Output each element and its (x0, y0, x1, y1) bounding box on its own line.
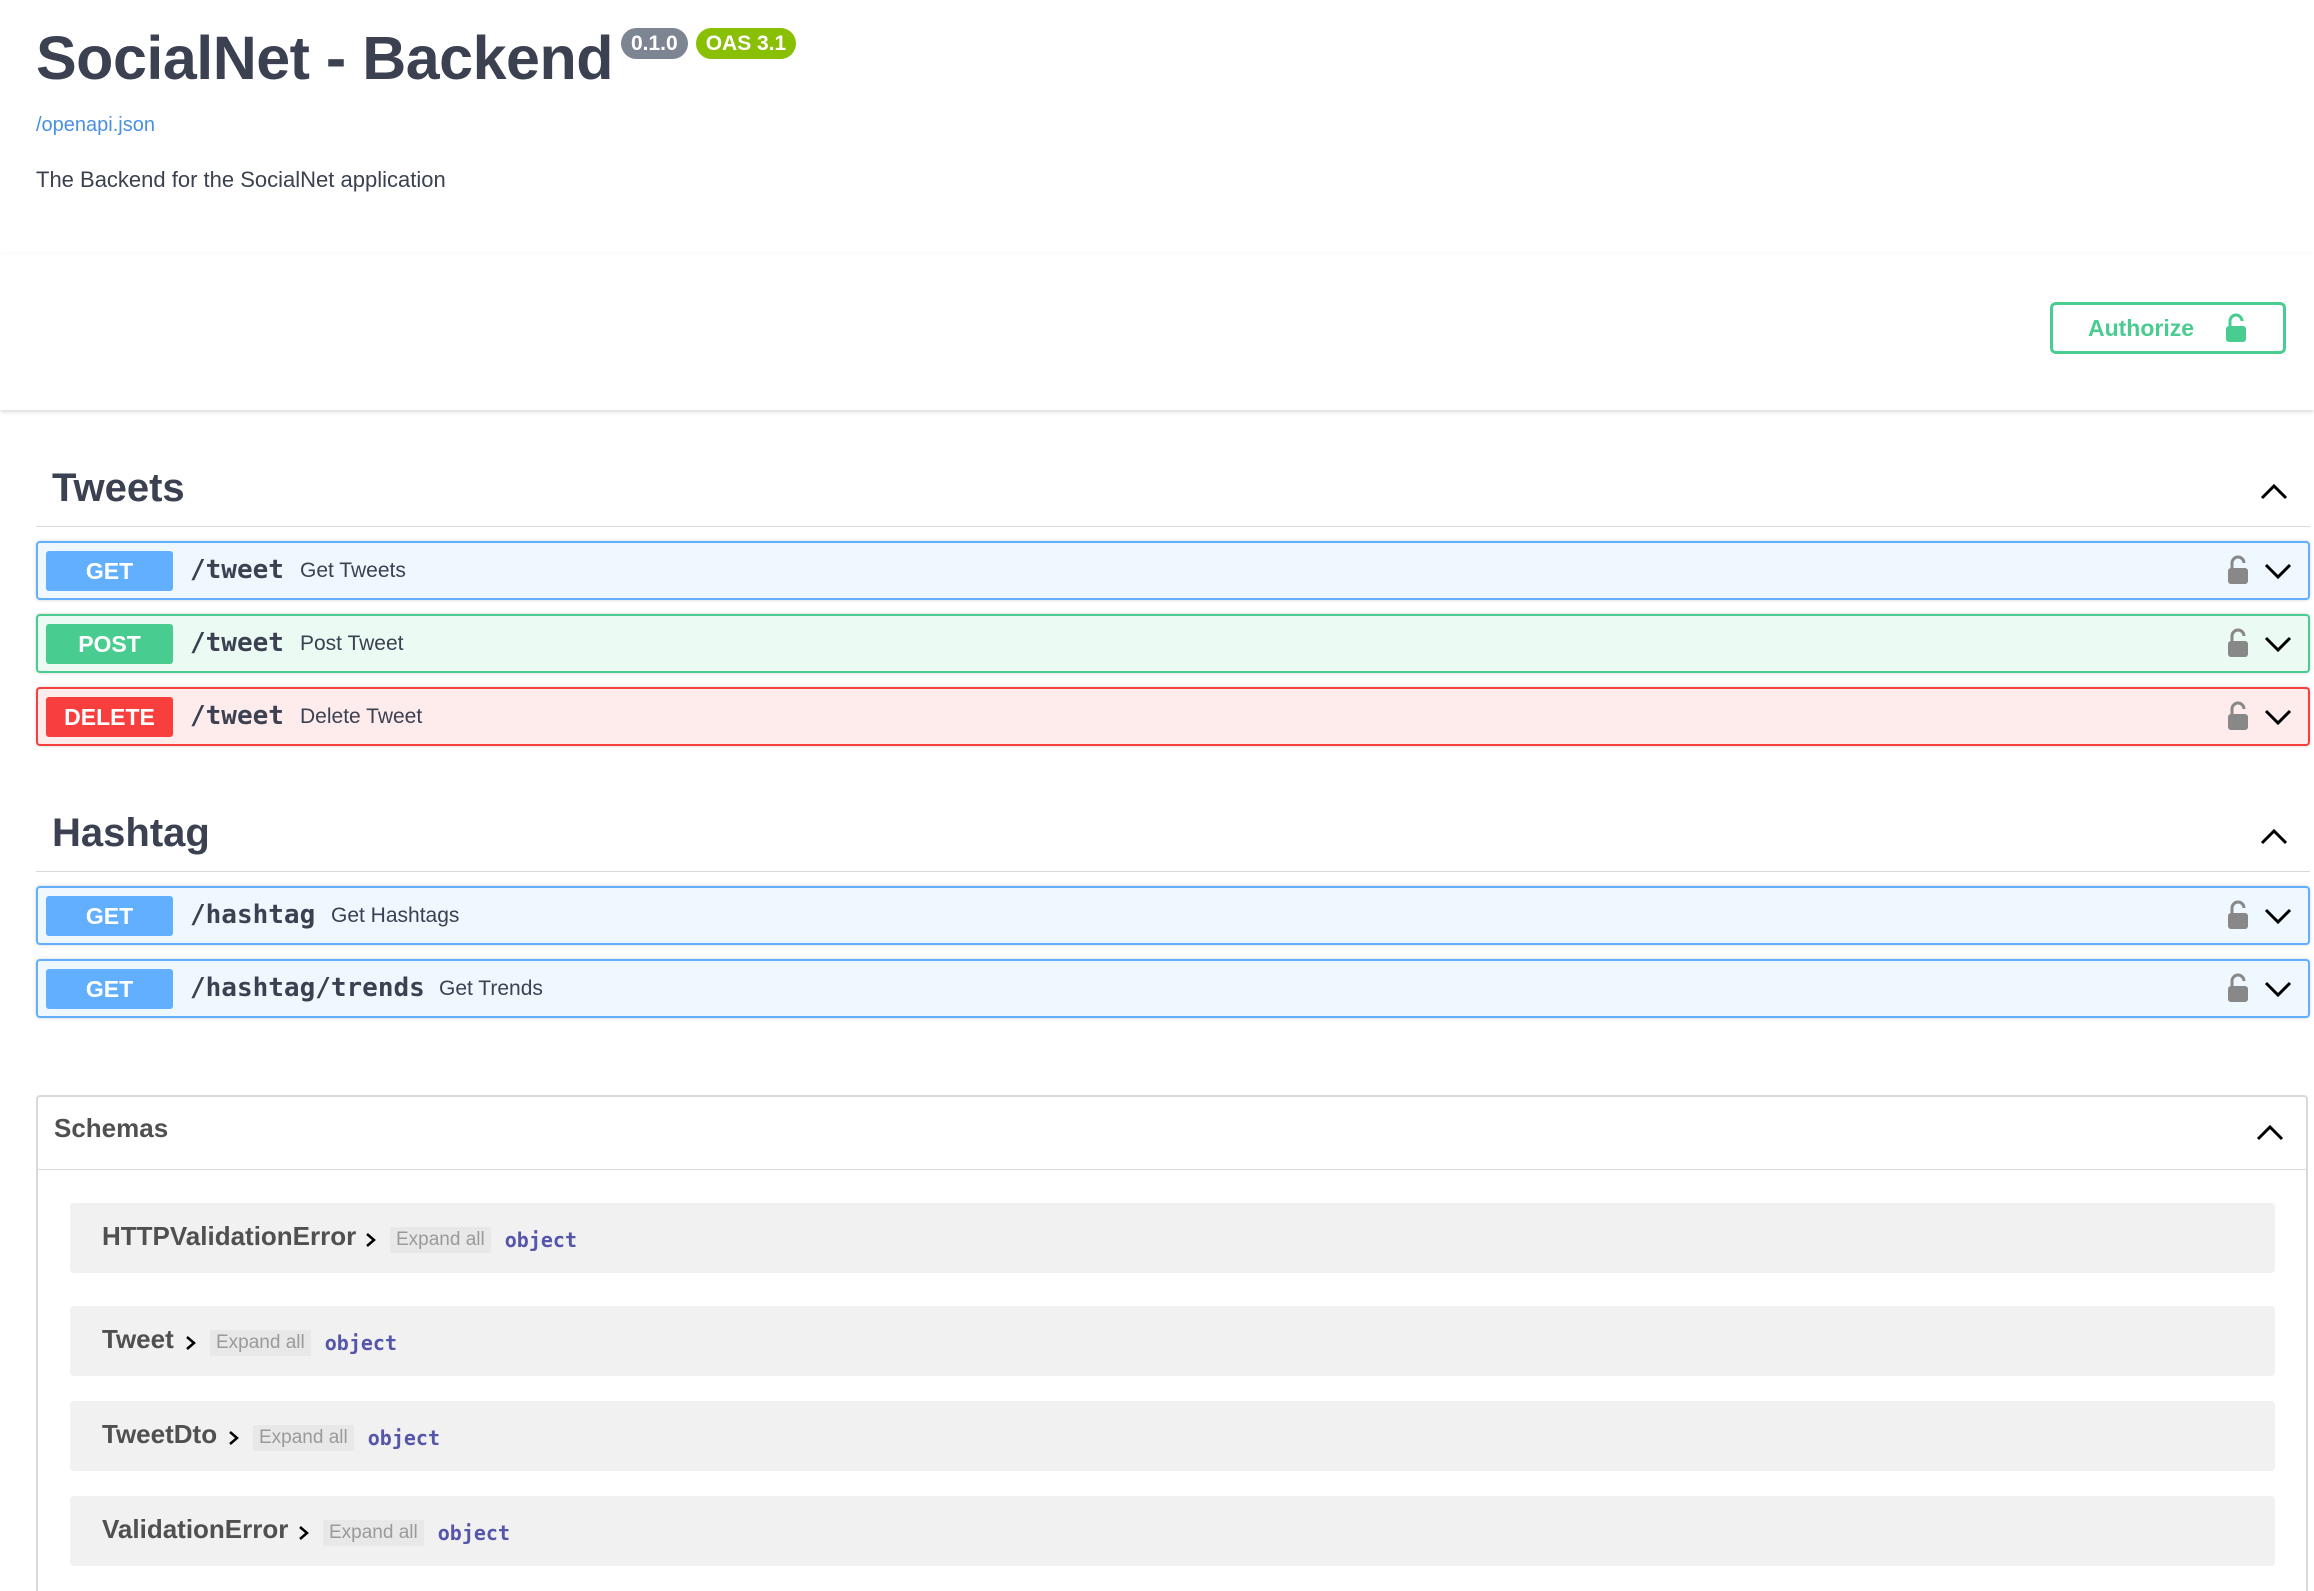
schema-row-tweet[interactable]: Tweet Expand all object (70, 1306, 2275, 1376)
authorize-button[interactable]: Authorize (2050, 302, 2286, 354)
chevron-right-icon[interactable] (295, 1524, 313, 1542)
chevron-right-icon[interactable] (225, 1429, 243, 1447)
method-badge: GET (46, 551, 173, 591)
openapi-json-link[interactable]: /openapi.json (36, 114, 796, 137)
chevron-right-icon[interactable] (182, 1334, 200, 1352)
schema-type: object (437, 1521, 510, 1545)
method-badge: GET (46, 896, 173, 936)
unlock-icon[interactable] (2226, 628, 2250, 658)
tag-title: Hashtag (52, 811, 210, 855)
tag-header-tweets[interactable]: Tweets (36, 454, 2310, 527)
unlock-icon[interactable] (2226, 973, 2250, 1003)
chevron-up-icon[interactable] (2252, 1115, 2288, 1151)
schema-name: TweetDto (102, 1419, 218, 1449)
operation-path: /tweet (190, 701, 284, 731)
schema-type: object (367, 1426, 440, 1450)
schema-name: HTTPValidationError (102, 1221, 357, 1251)
method-badge: DELETE (46, 697, 173, 737)
schema-row-tweetdto[interactable]: TweetDto Expand all object (70, 1401, 2275, 1471)
api-description: The Backend for the SocialNet applicatio… (36, 167, 446, 192)
chevron-down-icon[interactable] (2264, 557, 2292, 585)
operation-get-hashtag-trends[interactable]: GET /hashtag/trends Get Trends (36, 959, 2310, 1018)
unlock-icon[interactable] (2226, 900, 2250, 930)
unlock-icon[interactable] (2226, 701, 2250, 731)
method-badge: POST (46, 624, 173, 664)
chevron-up-icon[interactable] (2256, 474, 2292, 510)
api-title: SocialNet - Backend (36, 24, 613, 92)
tag-title: Tweets (52, 466, 185, 510)
schema-type: object (504, 1228, 577, 1252)
operation-path: /tweet (190, 628, 284, 658)
operation-summary: Post Tweet (300, 632, 404, 655)
expand-all-button[interactable]: Expand all (253, 1425, 354, 1451)
unlock-icon (2226, 313, 2247, 342)
chevron-down-icon[interactable] (2264, 975, 2292, 1003)
oas-badge: OAS 3.1 (695, 28, 797, 59)
schema-row-validationerror[interactable]: ValidationError Expand all object (70, 1496, 2275, 1566)
operation-path: /tweet (190, 555, 284, 585)
authorize-label: Authorize (2087, 314, 2195, 341)
version-badge: 0.1.0 (620, 28, 688, 59)
schemas-section: Schemas HTTPValidationError Expand all o… (36, 1095, 2308, 1591)
operation-summary: Get Hashtags (331, 904, 460, 927)
swagger-ui-page: SocialNet - Backend 0.1.0 OAS 3.1 /opena… (0, 0, 2314, 1591)
expand-all-button[interactable]: Expand all (210, 1330, 311, 1356)
operation-summary: Delete Tweet (300, 705, 423, 728)
chevron-right-icon[interactable] (362, 1231, 380, 1249)
schema-type: object (324, 1331, 397, 1355)
operation-get-hashtag[interactable]: GET /hashtag Get Hashtags (36, 886, 2310, 945)
chevron-down-icon[interactable] (2264, 703, 2292, 731)
operation-post-tweet[interactable]: POST /tweet Post Tweet (36, 614, 2310, 673)
schema-row-httpvalidationerror[interactable]: HTTPValidationError Expand all object (70, 1203, 2275, 1273)
operation-summary: Get Trends (439, 977, 543, 1000)
expand-all-button[interactable]: Expand all (390, 1227, 491, 1253)
api-info: SocialNet - Backend 0.1.0 OAS 3.1 /opena… (36, 22, 797, 193)
unlock-icon[interactable] (2226, 555, 2250, 585)
chevron-down-icon[interactable] (2264, 902, 2292, 930)
operation-path: /hashtag/trends (190, 973, 425, 1003)
operation-path: /hashtag (190, 900, 316, 930)
expand-all-button[interactable]: Expand all (323, 1520, 424, 1546)
operation-summary: Get Tweets (300, 559, 406, 582)
chevron-up-icon[interactable] (2256, 819, 2292, 855)
tag-header-hashtag[interactable]: Hashtag (36, 799, 2310, 872)
tag-section-hashtag: Hashtag GET /hashtag Get Hashtags GET /h… (36, 799, 2310, 1018)
schemas-header[interactable]: Schemas (38, 1097, 2306, 1170)
tag-section-tweets: Tweets GET /tweet Get Tweets POST /tweet… (36, 454, 2310, 746)
operation-delete-tweet[interactable]: DELETE /tweet Delete Tweet (36, 687, 2310, 746)
scheme-container: Authorize (0, 254, 2314, 410)
schema-name: Tweet (102, 1324, 174, 1354)
method-badge: GET (46, 969, 173, 1009)
chevron-down-icon[interactable] (2264, 630, 2292, 658)
schemas-title: Schemas (54, 1113, 169, 1143)
schema-name: ValidationError (102, 1514, 289, 1544)
operation-get-tweet[interactable]: GET /tweet Get Tweets (36, 541, 2310, 600)
